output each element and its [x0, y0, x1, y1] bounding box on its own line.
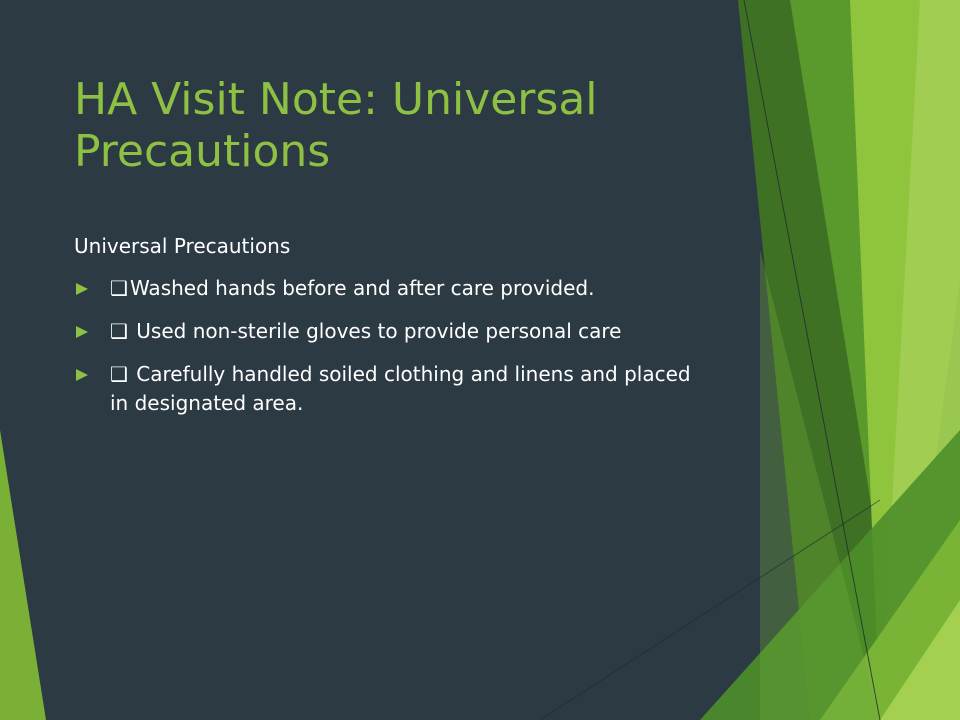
- list-item: ❑ Washed hands before and after care prov…: [74, 274, 694, 303]
- triangle-right-icon: [76, 326, 88, 338]
- bullet-list: ❑ Washed hands before and after care prov…: [74, 274, 694, 418]
- list-item-text: Washed hands before and after care provi…: [129, 276, 595, 300]
- checkbox-icon: ❑: [110, 276, 128, 300]
- triangle-right-icon: [76, 283, 88, 295]
- list-item: ❑ Carefully handled soiled clothing and …: [74, 360, 694, 418]
- section-subheading: Universal Precautions: [74, 234, 291, 258]
- triangle-right-icon: [76, 369, 88, 381]
- checkbox-icon: ❑: [110, 319, 128, 343]
- slide-title: HA Visit Note: Universal Precautions: [74, 74, 598, 177]
- checkbox-icon: ❑: [110, 362, 128, 386]
- slide: HA Visit Note: Universal Precautions Uni…: [0, 0, 960, 720]
- list-item-text: Carefully handled soiled clothing and li…: [110, 362, 691, 415]
- list-item-text: Used non-sterile gloves to provide perso…: [129, 319, 622, 343]
- list-item: ❑ Used non-sterile gloves to provide per…: [74, 317, 694, 346]
- slide-content: Universal Precautions ❑ Washed hands befo…: [74, 232, 694, 432]
